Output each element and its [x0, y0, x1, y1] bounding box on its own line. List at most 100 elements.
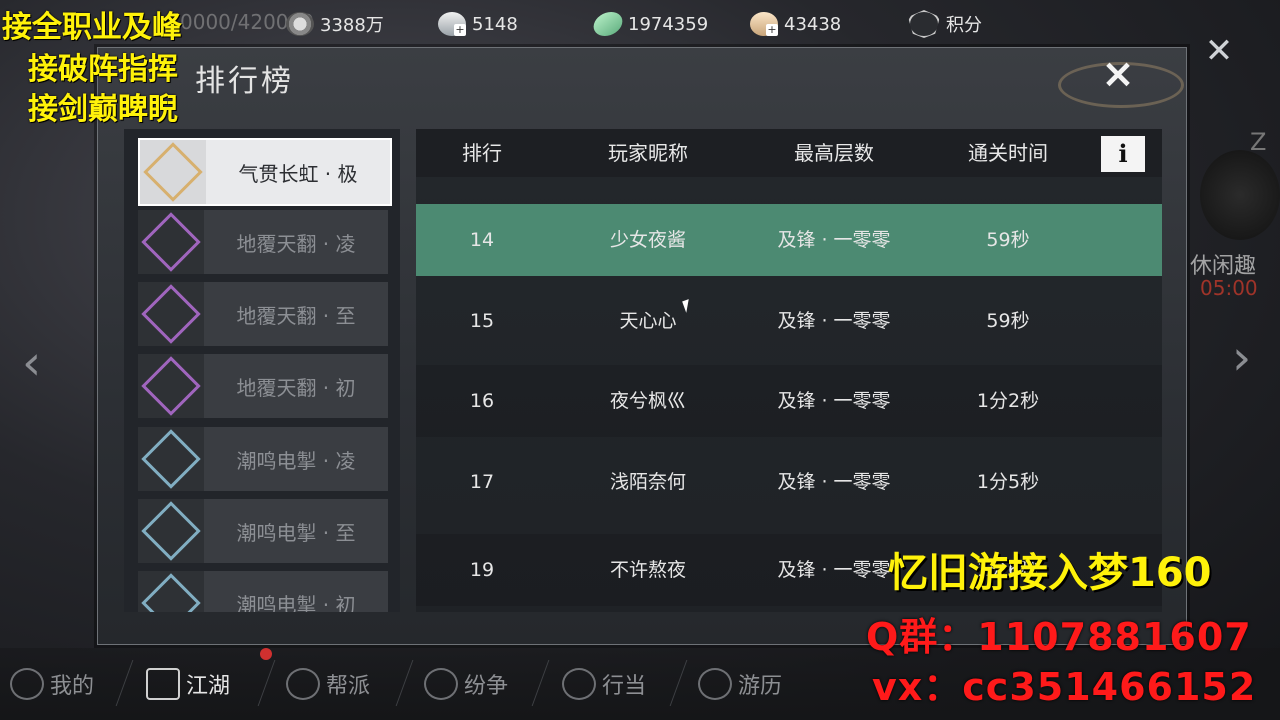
overlay-line3: 接剑巅睥睨	[28, 92, 178, 127]
currency-jade-value: 1974359	[628, 13, 709, 35]
cell-floor: 及锋 · 一零零	[777, 229, 891, 251]
nav-item-conflict[interactable]: 纷争	[424, 664, 508, 704]
nav-item-guild[interactable]: 帮派	[286, 664, 370, 704]
currency-bar: 0000/420000 3388万 + 5148 1974359 + 43438…	[0, 0, 1280, 48]
jade-icon	[590, 12, 626, 36]
trade-icon	[562, 668, 596, 700]
cell-time: 59秒	[986, 229, 1030, 251]
category-emblem	[141, 212, 201, 272]
close-button[interactable]: ×	[1058, 48, 1184, 108]
cell-time: 1分2秒	[976, 390, 1040, 412]
category-emblem	[141, 284, 201, 344]
cell-player: 少女夜酱	[609, 229, 686, 251]
nav-item-travel[interactable]: 游历	[698, 664, 782, 704]
points-shield-icon	[908, 10, 940, 38]
nav-label: 纷争	[464, 674, 509, 699]
table-row[interactable]: 17 浅陌奈何 及锋 · 一零零 1分5秒	[416, 446, 1162, 518]
cell-player: 浅陌奈何	[609, 471, 686, 493]
category-list[interactable]: 气贯长虹 · 极 地覆天翻 · 凌 地覆天翻 · 至 地覆天翻 · 初 潮鸣电掣…	[124, 129, 400, 612]
emblem-icon	[138, 571, 204, 612]
nav-item-trade[interactable]: 行当	[562, 664, 646, 704]
overlay-line1: 接全职业及峰	[2, 10, 182, 45]
plus-icon: +	[766, 23, 778, 36]
category-label: 气贯长虹 · 极	[238, 161, 358, 186]
cell-time: 59秒	[986, 310, 1030, 332]
cell-player: 不许熬夜	[609, 559, 686, 581]
cell-rank: 15	[469, 310, 495, 332]
header-player: 玩家昵称	[608, 141, 688, 165]
currency-silver[interactable]: + 5148	[438, 10, 518, 38]
cell-floor: 及锋 · 一零零	[777, 390, 891, 412]
overlay-vx: vx：cc351466152	[872, 665, 1257, 709]
nav-label: 我的	[50, 674, 95, 699]
category-label: 地覆天翻 · 至	[236, 303, 356, 328]
category-item[interactable]: 地覆天翻 · 初	[138, 354, 388, 418]
currency-points[interactable]: 积分	[908, 10, 982, 38]
header-floor: 最高层数	[794, 141, 874, 165]
close-icon[interactable]: ✕	[1196, 28, 1242, 74]
cell-time: 1分5秒	[976, 471, 1040, 493]
category-emblem	[141, 429, 201, 489]
currency-coin[interactable]: 3388万	[286, 10, 384, 38]
currency-coin-value: 3388万	[320, 15, 384, 36]
chevron-left-icon[interactable]: ‹	[22, 335, 41, 391]
nav-label: 帮派	[326, 674, 371, 699]
category-item[interactable]: 地覆天翻 · 凌	[138, 210, 388, 274]
category-item[interactable]: 地覆天翻 · 至	[138, 282, 388, 346]
notification-dot	[260, 648, 272, 660]
nav-item-jianghu[interactable]: 江湖	[146, 664, 230, 704]
cell-rank: 16	[469, 390, 495, 412]
currency-points-label: 积分	[946, 15, 982, 36]
overlay-line2: 接破阵指挥	[28, 52, 178, 87]
category-label: 潮鸣电掣 · 初	[236, 592, 356, 613]
emblem-icon	[138, 282, 204, 346]
category-item[interactable]: 潮鸣电掣 · 至	[138, 499, 388, 563]
chevron-right-icon[interactable]: ›	[1232, 330, 1251, 386]
category-emblem	[141, 501, 201, 561]
overlay-promo: 忆旧游接入梦160	[888, 550, 1212, 596]
nav-label: 行当	[602, 674, 647, 699]
emblem-icon	[138, 210, 204, 274]
currency-gold-value: 43438	[784, 13, 842, 35]
nav-label: 游历	[738, 674, 783, 699]
header-time: 通关时间	[968, 141, 1048, 165]
header-rank: 排行	[462, 141, 502, 165]
table-row[interactable]: 15 天心心 及锋 · 一零零 59秒	[416, 285, 1162, 357]
plus-icon: +	[454, 23, 466, 36]
cell-rank: 17	[469, 471, 495, 493]
category-emblem	[141, 356, 201, 416]
currency-gold[interactable]: + 43438	[750, 10, 841, 38]
currency-jade[interactable]: 1974359	[590, 10, 709, 38]
nav-label: 江湖	[186, 674, 231, 699]
currency-silver-value: 5148	[472, 13, 518, 35]
page-title: 排行榜	[195, 64, 294, 99]
gear-icon	[10, 668, 44, 700]
table-row[interactable]: 16 夜兮枫巛 及锋 · 一零零 1分2秒	[416, 365, 1162, 437]
emblem-icon	[140, 140, 206, 204]
coin-icon	[286, 12, 314, 36]
info-button[interactable]: i	[1101, 136, 1145, 172]
category-item[interactable]: 潮鸣电掣 · 初	[138, 571, 388, 612]
category-label: 地覆天翻 · 初	[236, 375, 356, 400]
nav-item-mine[interactable]: 我的	[10, 664, 94, 704]
cell-rank: 19	[469, 559, 495, 581]
category-item[interactable]: 潮鸣电掣 · 凌	[138, 427, 388, 491]
silver-ingot-icon: +	[438, 12, 466, 36]
cell-player: 夜兮枫巛	[609, 390, 686, 412]
cell-floor: 及锋 · 一零零	[777, 471, 891, 493]
cell-rank: 14	[469, 229, 495, 251]
gold-ingot-icon: +	[750, 12, 778, 36]
cell-floor: 及锋 · 一零零	[777, 310, 891, 332]
table-row[interactable]: 14 少女夜酱 及锋 · 一零零 59秒	[416, 204, 1162, 276]
category-item[interactable]: 气贯长虹 · 极	[138, 138, 392, 206]
category-label: 潮鸣电掣 · 凌	[236, 448, 356, 473]
category-label: 潮鸣电掣 · 至	[236, 520, 356, 545]
category-label: 地覆天翻 · 凌	[236, 231, 356, 256]
emblem-icon	[138, 427, 204, 491]
avatar[interactable]	[1200, 150, 1280, 240]
side-event-timer: 05:00	[1200, 276, 1258, 300]
swords-icon	[424, 668, 458, 700]
guild-icon	[286, 668, 320, 700]
table-header: 排行 玩家昵称 最高层数 通关时间	[416, 129, 1162, 177]
overlay-qq: Q群：1107881607	[866, 615, 1252, 659]
